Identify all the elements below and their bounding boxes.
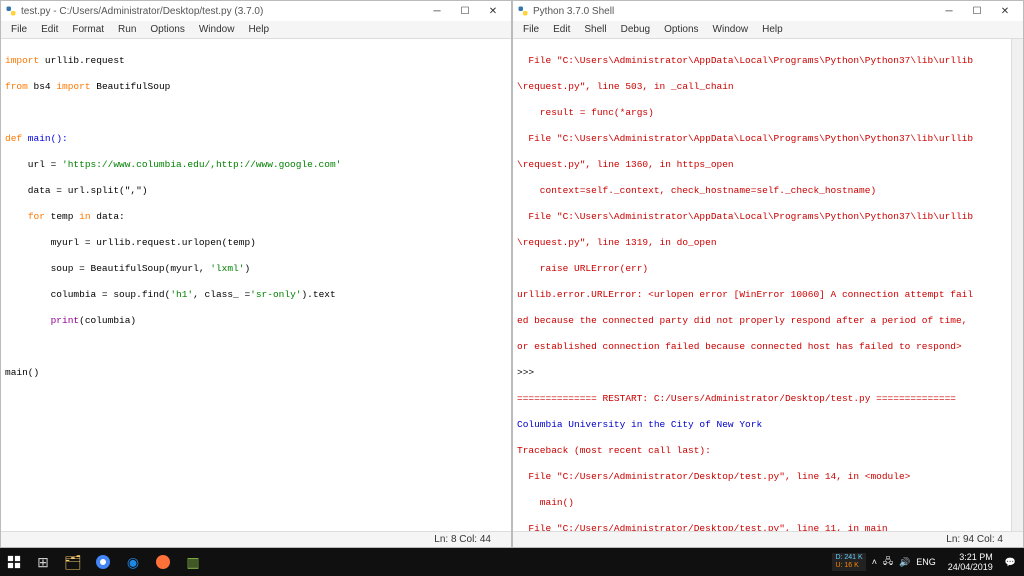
menu-file[interactable]: File (517, 22, 545, 37)
menu-help[interactable]: Help (756, 22, 789, 37)
minimize-button[interactable]: ─ (423, 2, 451, 20)
menu-help[interactable]: Help (242, 22, 275, 37)
minimize-button[interactable]: ─ (935, 2, 963, 20)
maximize-button[interactable]: ☐ (451, 2, 479, 20)
firefox-icon[interactable] (148, 548, 178, 576)
taskbar-clock[interactable]: 3:21 PM 24/04/2019 (942, 552, 999, 572)
menu-edit[interactable]: Edit (547, 22, 576, 37)
shell-titlebar[interactable]: Python 3.7.0 Shell ─ ☐ ✕ (513, 1, 1023, 21)
file-explorer-icon[interactable]: 🗂 (58, 548, 88, 576)
editor-title: test.py - C:/Users/Administrator/Desktop… (21, 6, 423, 17)
editor-titlebar[interactable]: test.py - C:/Users/Administrator/Desktop… (1, 1, 511, 21)
close-button[interactable]: ✕ (479, 2, 507, 20)
language-indicator[interactable]: ENG (916, 557, 936, 567)
shell-window: Python 3.7.0 Shell ─ ☐ ✕ File Edit Shell… (512, 0, 1024, 548)
windows-taskbar: ⊞ 🗂 ◉ ▥ D: 241 K U: 16 K ˄ 🖧 🔊 ENG 3:21 … (0, 548, 1024, 576)
task-view-icon[interactable]: ⊞ (28, 548, 58, 576)
shell-output[interactable]: File "C:\Users\Administrator\AppData\Loc… (513, 39, 1023, 531)
menu-options[interactable]: Options (658, 22, 704, 37)
app-icon[interactable]: ▥ (178, 548, 208, 576)
network-icon[interactable]: 🖧 (883, 554, 893, 570)
chrome-icon[interactable] (88, 548, 118, 576)
shell-statusbar: Ln: 94 Col: 4 (513, 531, 1023, 547)
close-button[interactable]: ✕ (991, 2, 1019, 20)
editor-menubar: File Edit Format Run Options Window Help (1, 21, 511, 39)
maximize-button[interactable]: ☐ (963, 2, 991, 20)
editor-statusbar: Ln: 8 Col: 44 (1, 531, 511, 547)
shell-scrollbar[interactable] (1011, 39, 1023, 531)
menu-window[interactable]: Window (707, 22, 755, 37)
menu-run[interactable]: Run (112, 22, 142, 37)
menu-options[interactable]: Options (144, 22, 190, 37)
menu-debug[interactable]: Debug (615, 22, 656, 37)
shell-title: Python 3.7.0 Shell (533, 6, 935, 17)
tray-chevron-icon[interactable]: ˄ (872, 557, 877, 567)
edge-icon[interactable]: ◉ (118, 548, 148, 576)
volume-icon[interactable]: 🔊 (899, 557, 910, 568)
editor-window: test.py - C:/Users/Administrator/Desktop… (0, 0, 512, 548)
code-editor[interactable]: import urllib.request from bs4 import Be… (1, 39, 511, 531)
network-monitor[interactable]: D: 241 K U: 16 K (832, 553, 865, 571)
menu-window[interactable]: Window (193, 22, 241, 37)
menu-format[interactable]: Format (66, 22, 110, 37)
notifications-icon[interactable]: 💬 (1005, 557, 1016, 568)
shell-menubar: File Edit Shell Debug Options Window Hel… (513, 21, 1023, 39)
system-tray: D: 241 K U: 16 K ˄ 🖧 🔊 ENG 3:21 PM 24/04… (832, 552, 1024, 572)
menu-file[interactable]: File (5, 22, 33, 37)
python-icon (517, 5, 529, 17)
start-button[interactable] (0, 548, 28, 576)
python-icon (5, 5, 17, 17)
menu-shell[interactable]: Shell (578, 22, 612, 37)
menu-edit[interactable]: Edit (35, 22, 64, 37)
